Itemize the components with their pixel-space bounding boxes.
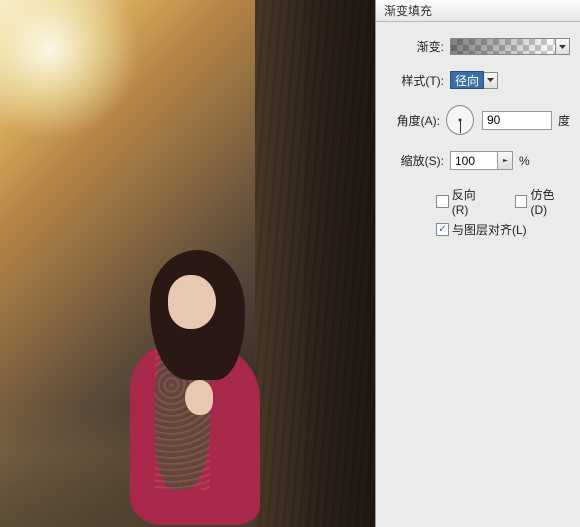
scale-spinner[interactable] [498, 151, 513, 170]
caret-right-icon [503, 159, 508, 162]
gradient-swatch[interactable] [450, 38, 556, 55]
check-row-2: 与图层对齐(L) [436, 221, 570, 238]
style-label: 样式(T): [386, 72, 444, 89]
dither-checkbox[interactable] [515, 195, 528, 208]
align-checkbox[interactable] [436, 223, 449, 236]
angle-label: 角度(A): [386, 112, 440, 129]
dialog-titlebar: 渐变填充 [376, 0, 580, 22]
scale-label: 缩放(S): [386, 152, 444, 169]
style-select[interactable]: 径向 [450, 71, 484, 89]
style-row: 样式(T): 径向 [386, 71, 570, 89]
gradient-label: 渐变: [386, 38, 444, 55]
photo-hand [185, 380, 213, 415]
photo-preview [0, 0, 375, 527]
gradient-fill-dialog: 渐变填充 渐变: 样式(T): 径向 角度(A): 度 缩放(S): [375, 0, 580, 527]
dither-label: 仿色(D) [530, 186, 570, 217]
check-row-1: 反向(R) 仿色(D) [436, 186, 570, 217]
scale-input[interactable] [450, 151, 498, 170]
style-dropdown[interactable] [484, 72, 498, 89]
angle-input[interactable] [482, 111, 552, 130]
angle-dial[interactable] [446, 105, 474, 135]
chevron-down-icon [487, 78, 494, 82]
photo-tree [255, 0, 375, 527]
reverse-checkbox[interactable] [436, 195, 449, 208]
chevron-down-icon [559, 45, 566, 49]
checkbox-group: 反向(R) 仿色(D) 与图层对齐(L) [386, 186, 570, 238]
align-label: 与图层对齐(L) [452, 221, 527, 238]
dialog-title: 渐变填充 [384, 2, 432, 19]
scale-unit: % [519, 154, 530, 168]
reverse-label: 反向(R) [452, 186, 492, 217]
photo-face [168, 275, 216, 329]
scale-row: 缩放(S): % [386, 151, 570, 170]
angle-unit: 度 [558, 112, 570, 129]
gradient-dropdown[interactable] [556, 38, 570, 55]
gradient-row: 渐变: [386, 38, 570, 55]
photo-person [130, 250, 270, 527]
style-value: 径向 [455, 72, 479, 89]
dialog-body: 渐变: 样式(T): 径向 角度(A): 度 缩放(S): [376, 22, 580, 258]
angle-row: 角度(A): 度 [386, 105, 570, 135]
